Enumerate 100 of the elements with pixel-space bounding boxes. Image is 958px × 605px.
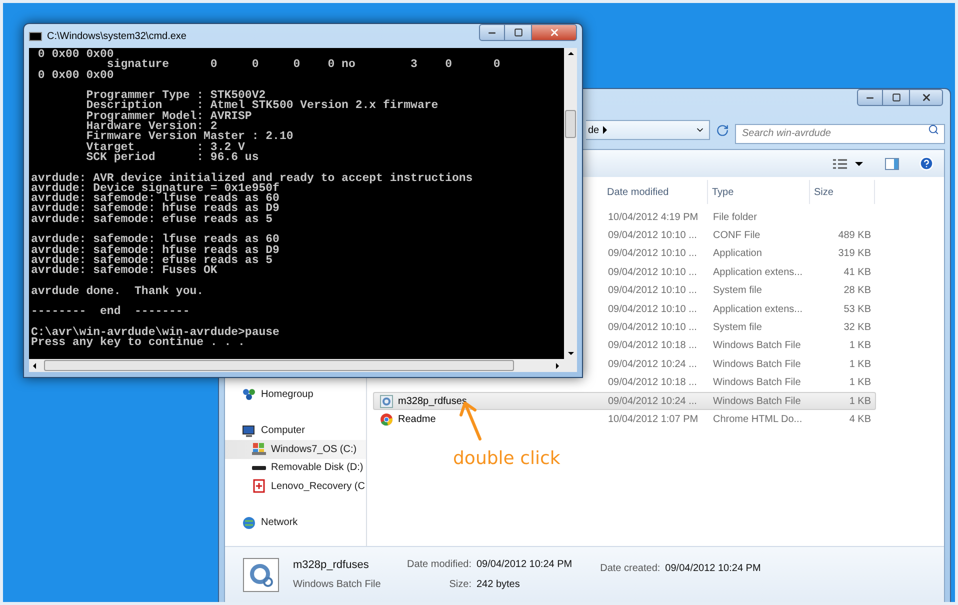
details-value: 09/04/2012 10:24 PM (476, 558, 572, 572)
close-icon (920, 92, 932, 103)
column-header[interactable]: Type (708, 180, 810, 204)
details-label: Size: (448, 578, 472, 592)
console-line: avrdude: safemode: hfuse reads as D9 (31, 246, 280, 256)
file-row[interactable]: 09/04/2012 10:10 ... Application extens... 41 KB (603, 263, 876, 282)
console-line: avrdude done. Thank you. (31, 286, 204, 298)
console-line: -------- end -------- (31, 307, 190, 318)
refresh-icon[interactable] (716, 124, 729, 136)
console-line: avrdude: safemode: hfuse reads as D9 (31, 204, 280, 215)
size-cell-text: 53 KB (842, 302, 871, 317)
type-cell-text: Windows Batch File (712, 376, 802, 390)
type-cell-text: Windows Batch File (712, 394, 802, 409)
scroll-right-icon[interactable] (556, 362, 559, 368)
size-cell-text: 28 KB (842, 284, 871, 298)
file-row[interactable]: m328p_rdfuses 09/04/2012 10:24 ... Windows Batch File 1 KB (373, 392, 876, 410)
size-cell-text: 489 KB (837, 229, 871, 244)
console-line: SCK period : 96.6 us (85, 152, 259, 164)
scrollbar-thumb[interactable] (44, 360, 514, 371)
close-button[interactable] (531, 24, 577, 41)
console-line: Description : Atmel STK500 Version 2.x firmware (85, 101, 438, 112)
details-value: 09/04/2012 10:24 PM (665, 562, 761, 576)
file-row[interactable]: 09/04/2012 10:10 ... System file 32 KB (603, 318, 876, 337)
scrollbar-thumb[interactable] (565, 110, 576, 138)
details-label: Date created: (600, 562, 660, 576)
type-cell-text: Application (712, 247, 763, 262)
file-row[interactable]: 09/04/2012 10:18 ... Windows Batch File 1 KB (603, 336, 876, 356)
maximize-button[interactable] (883, 89, 909, 106)
maximize-button[interactable] (505, 24, 531, 41)
scroll-down-icon[interactable] (568, 352, 574, 355)
scroll-left-icon[interactable] (33, 362, 36, 368)
column-header[interactable]: Date modified (603, 180, 708, 204)
vertical-scrollbar[interactable] (564, 48, 577, 359)
date-cell-text: 09/04/2012 10:24 ... (607, 394, 698, 409)
nav-item[interactable]: Network (225, 514, 366, 532)
caret-icon[interactable] (855, 162, 863, 166)
nav-item[interactable]: Removable Disk (D:) (225, 458, 366, 477)
file-name: m328p_rdfuses (398, 394, 467, 409)
maximize-icon (892, 93, 900, 102)
type-cell-text: CONF File (712, 229, 762, 244)
search-field[interactable]: Search win-avrdude (735, 124, 945, 144)
size-cell-text: 32 KB (842, 321, 871, 336)
console-line: 0 0x00 0x00 (36, 50, 114, 60)
file-row[interactable]: Readme 10/04/2012 1:07 PM Chrome HTML Do... 4 KB (373, 410, 876, 429)
console-line: C:\avr\win-avrdude\win-avrdude>pause (31, 328, 280, 338)
network-icon (242, 516, 256, 530)
nav-item[interactable]: Lenovo_Recovery (C (225, 477, 366, 496)
type-cell-text: File folder (712, 210, 758, 225)
help-icon[interactable] (919, 156, 934, 171)
date-cell-text: 09/04/2012 10:10 ... (607, 229, 698, 244)
type-cell-text: System file (712, 284, 763, 298)
file-row[interactable]: 09/04/2012 10:10 ... Application 319 KB (603, 244, 876, 264)
console-line: Press any key to continue . . . (31, 338, 245, 349)
date-cell-text: 10/04/2012 4:19 PM (607, 210, 700, 225)
type-cell-text: Windows Batch File (712, 358, 802, 372)
close-icon (548, 27, 560, 38)
console-line: avrdude: AVR device initialized and ready to accept instructions (31, 174, 473, 184)
date-cell-text: 09/04/2012 10:18 ... (607, 376, 698, 390)
close-button[interactable] (909, 89, 943, 106)
recovery-icon (252, 479, 266, 494)
console-line: signature 0 0 0 0 no 3 0 0 (106, 60, 500, 71)
details-file-name: m328p_rdfuses (293, 558, 370, 573)
breadcrumb-arrow-icon (603, 126, 608, 134)
file-row[interactable]: 09/04/2012 10:10 ... CONF File 489 KB (603, 226, 876, 245)
console-line: Vtarget : 3.2 V (85, 142, 245, 153)
maximize-icon (514, 28, 522, 37)
preview-pane-icon[interactable] (885, 158, 899, 170)
type-cell-text: Application extens... (712, 266, 804, 280)
console-line: Firmware Version Master : 2.10 (85, 132, 294, 143)
details-value: 242 bytes (476, 578, 521, 592)
scroll-up-icon[interactable] (568, 52, 574, 55)
nav-item[interactable]: Computer (225, 422, 366, 440)
file-row[interactable]: 09/04/2012 10:10 ... Application extens... 53 KB (603, 300, 876, 318)
window-title: C:\Windows\system32\cmd.exe (47, 30, 186, 44)
view-list-icon[interactable] (833, 158, 847, 168)
gear-file-icon (380, 394, 393, 408)
console-icon (29, 32, 42, 40)
console-line: avrdude: safemode: Fuses OK (31, 266, 218, 277)
drive-icon (252, 442, 266, 456)
size-cell-text: 1 KB (848, 339, 871, 354)
date-cell-text: 09/04/2012 10:10 ... (607, 247, 698, 262)
details-file-type: Windows Batch File (293, 578, 382, 592)
file-row[interactable]: 09/04/2012 10:18 ... Windows Batch File 1 KB (603, 374, 876, 392)
nav-item[interactable]: Homegroup (225, 385, 366, 404)
people-icon (242, 387, 256, 402)
column-header[interactable]: Size (810, 180, 875, 204)
computer-icon (242, 424, 256, 438)
chrome-icon (380, 412, 393, 426)
file-row[interactable]: 09/04/2012 10:10 ... System file 28 KB (603, 282, 876, 300)
horizontal-scrollbar[interactable] (29, 359, 577, 372)
file-row[interactable]: 09/04/2012 10:24 ... Windows Batch File 1 KB (603, 355, 876, 374)
address-bar[interactable]: de (586, 120, 710, 140)
annotation-text: double click (453, 447, 560, 471)
date-cell-text: 09/04/2012 10:10 ... (607, 321, 698, 336)
nav-item[interactable]: Windows7_OS (C:) (225, 440, 366, 458)
size-cell-text: 1 KB (848, 376, 871, 390)
date-cell-text: 09/04/2012 10:24 ... (607, 358, 698, 372)
details-label: Date modified: (407, 558, 472, 572)
date-cell-text: 09/04/2012 10:10 ... (607, 302, 698, 317)
file-row[interactable]: 10/04/2012 4:19 PM File folder (603, 208, 876, 226)
